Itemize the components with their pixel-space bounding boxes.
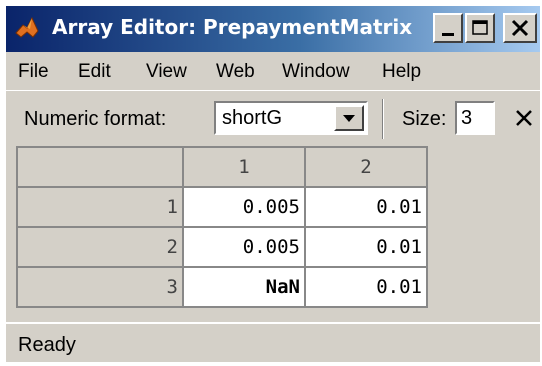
numeric-format-value: shortG <box>222 107 283 129</box>
title-bar[interactable]: Array Editor: PrepaymentMatrix <box>6 6 540 52</box>
size-value: 3 <box>461 107 473 129</box>
menu-help[interactable]: Help <box>382 61 421 83</box>
window-title: Array Editor: PrepaymentMatrix <box>52 15 413 39</box>
array-editor-window: Array Editor: PrepaymentMatrix File Edit… <box>6 6 540 362</box>
array-grid: 1 2 1 0.005 0.01 2 0.005 0.01 3 NaN 0.01 <box>16 146 428 308</box>
chevron-down-icon <box>343 115 355 122</box>
status-bar: Ready <box>6 322 540 362</box>
table-row: 1 0.005 0.01 <box>16 186 428 228</box>
close-icon[interactable] <box>511 104 537 132</box>
row-header-3[interactable]: 3 <box>16 266 184 308</box>
minimize-button[interactable] <box>433 13 463 43</box>
menu-file[interactable]: File <box>18 61 49 83</box>
menu-edit[interactable]: Edit <box>78 61 111 83</box>
numeric-format-label: Numeric format: <box>24 108 167 130</box>
maximize-icon <box>472 20 488 35</box>
menu-web[interactable]: Web <box>216 61 255 83</box>
size-label: Size: <box>402 108 447 130</box>
maximize-button[interactable] <box>465 13 495 43</box>
column-header-2[interactable]: 2 <box>304 146 428 188</box>
cell-2-2[interactable]: 0.01 <box>304 226 428 268</box>
array-grid-area: 1 2 1 0.005 0.01 2 0.005 0.01 3 NaN 0.01 <box>16 146 540 320</box>
cell-2-1[interactable]: 0.005 <box>182 226 306 268</box>
row-header-1[interactable]: 1 <box>16 186 184 228</box>
numeric-format-dropdown[interactable]: shortG <box>214 101 368 135</box>
dropdown-arrow-button[interactable] <box>334 105 364 131</box>
minimize-icon <box>442 33 454 36</box>
size-input[interactable]: 3 <box>455 101 495 135</box>
cell-3-2[interactable]: 0.01 <box>304 266 428 308</box>
close-button[interactable] <box>503 13 537 43</box>
cell-1-2[interactable]: 0.01 <box>304 186 428 228</box>
status-text: Ready <box>18 334 76 356</box>
column-header-1[interactable]: 1 <box>182 146 306 188</box>
toolbar-separator <box>382 99 384 139</box>
cell-3-1[interactable]: NaN <box>182 266 306 308</box>
close-icon <box>511 19 529 37</box>
menu-window[interactable]: Window <box>282 61 350 83</box>
menu-bar: File Edit View Web Window Help <box>6 52 540 90</box>
table-row: 3 NaN 0.01 <box>16 266 428 308</box>
column-header-row: 1 2 <box>16 146 428 188</box>
cell-1-1[interactable]: 0.005 <box>182 186 306 228</box>
grid-corner <box>16 146 184 188</box>
table-row: 2 0.005 0.01 <box>16 226 428 268</box>
row-header-2[interactable]: 2 <box>16 226 184 268</box>
toolbar: Numeric format: shortG Size: 3 <box>6 90 540 145</box>
menu-view[interactable]: View <box>146 61 187 83</box>
matlab-logo-icon <box>15 16 39 38</box>
